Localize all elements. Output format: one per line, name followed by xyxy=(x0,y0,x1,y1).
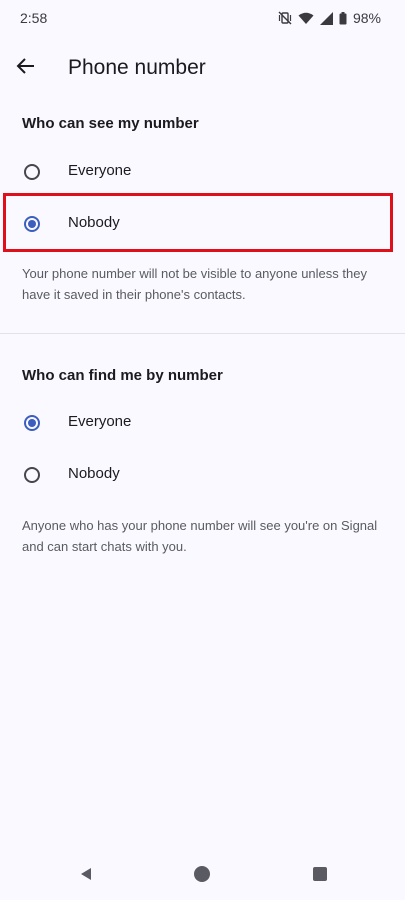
radio-label: Nobody xyxy=(68,465,120,482)
radio-dot xyxy=(28,419,36,427)
see-description: Your phone number will not be visible to… xyxy=(22,266,367,302)
nav-recents-button[interactable] xyxy=(310,866,330,886)
status-icons: 98% xyxy=(278,10,381,26)
radio-find-nobody[interactable]: Nobody xyxy=(0,449,405,501)
radio-label: Nobody xyxy=(68,214,120,231)
status-time: 2:58 xyxy=(20,10,48,26)
triangle-back-icon xyxy=(78,866,94,887)
radio-label: Everyone xyxy=(68,162,132,179)
radio-see-nobody[interactable]: Nobody xyxy=(0,198,405,250)
radio-checked-icon xyxy=(24,415,40,431)
page-title: Phone number xyxy=(68,56,206,79)
app-bar: Phone number xyxy=(0,44,405,92)
section-header-find: Who can find me by number xyxy=(22,367,223,384)
square-recents-icon xyxy=(312,866,328,887)
radio-unchecked-icon xyxy=(24,467,40,483)
radio-dot xyxy=(28,220,36,228)
status-bar: 2:58 98% xyxy=(0,0,405,36)
nav-home-button[interactable] xyxy=(192,865,212,888)
radio-find-everyone[interactable]: Everyone xyxy=(0,397,405,449)
circle-home-icon xyxy=(193,865,211,888)
arrow-left-icon xyxy=(16,56,36,81)
wifi-icon xyxy=(298,12,314,25)
back-button[interactable] xyxy=(8,44,44,92)
vibrate-off-icon xyxy=(278,11,292,25)
radio-unchecked-icon xyxy=(24,164,40,180)
radio-checked-icon xyxy=(24,216,40,232)
signal-icon xyxy=(319,11,333,25)
radio-see-everyone[interactable]: Everyone xyxy=(0,146,405,198)
battery-percent: 98% xyxy=(352,10,381,26)
radio-label: Everyone xyxy=(68,413,132,430)
section-header-see: Who can see my number xyxy=(22,115,199,132)
find-description: Anyone who has your phone number will se… xyxy=(22,518,378,554)
battery-icon xyxy=(339,11,347,25)
divider xyxy=(0,333,405,334)
nav-bar xyxy=(0,852,405,900)
nav-back-button[interactable] xyxy=(76,866,96,886)
